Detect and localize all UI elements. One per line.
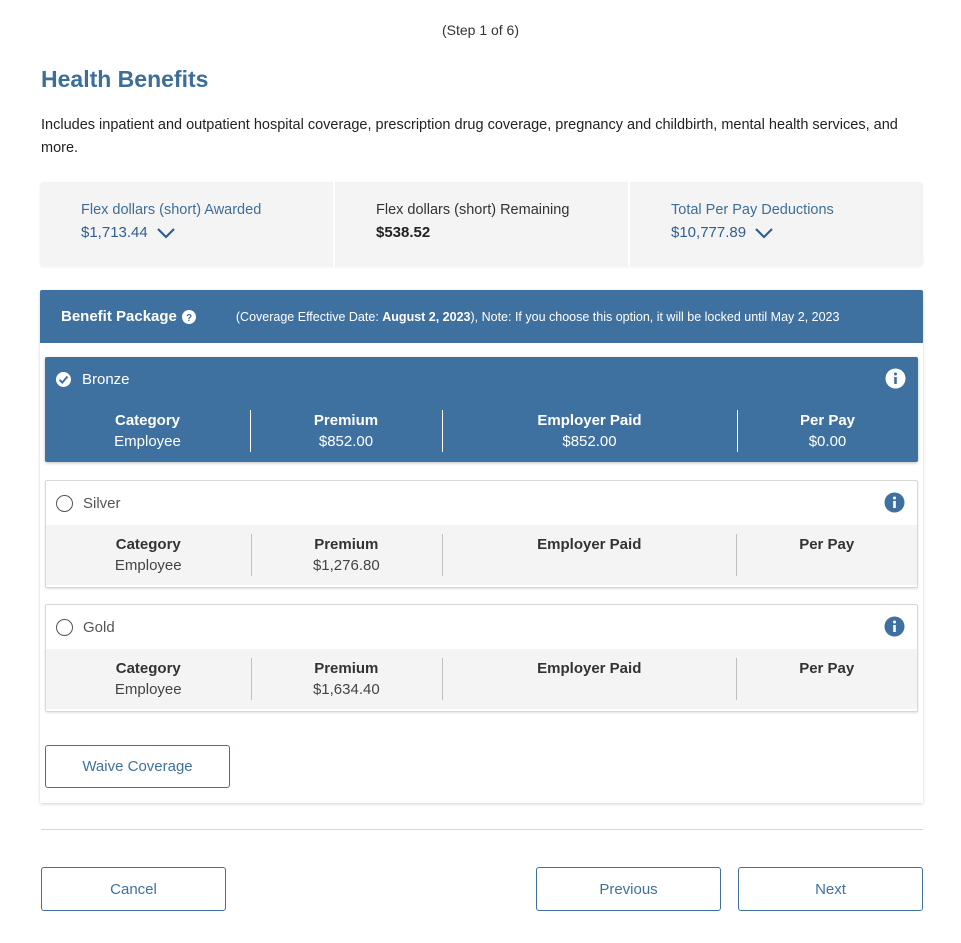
step-indicator: (Step 1 of 6) xyxy=(441,22,520,38)
cancel-button[interactable]: Cancel xyxy=(41,867,226,911)
chevron-down-icon[interactable] xyxy=(156,227,176,239)
page-title: Health Benefits xyxy=(41,66,209,92)
plan-header[interactable]: Bronze xyxy=(45,357,918,401)
flex-awarded-value: $1,713.44 xyxy=(81,224,148,241)
checked-radio-icon[interactable] xyxy=(55,371,72,388)
chevron-down-icon[interactable] xyxy=(754,227,774,239)
premium-cell: Premium $852.00 xyxy=(250,410,442,452)
plan-details: Category Employee Premium $852.00 Employer… xyxy=(45,401,918,461)
info-icon[interactable] xyxy=(884,492,905,513)
plan-name: Gold xyxy=(83,618,115,636)
svg-text:?: ? xyxy=(186,313,192,324)
per-pay-cell: Per Pay $0.00 xyxy=(737,410,918,452)
plan-details: Category Employee Premium $1,634.40 Employ… xyxy=(46,649,917,709)
premium-cell: Premium $1,634.40 xyxy=(250,658,443,700)
plan-option-gold[interactable]: Gold Category Employee Premium $1,634.40 E… xyxy=(45,604,918,712)
total-deductions-label: Total Per Pay Deductions xyxy=(671,202,834,218)
help-icon[interactable]: ? xyxy=(181,309,196,324)
premium-cell: Premium $1,276.80 xyxy=(250,534,443,576)
employer-paid-cell: Employer Paid xyxy=(442,658,736,700)
plan-option-bronze[interactable]: Bronze Category Employee Premium $852.00 E… xyxy=(45,357,918,462)
waive-coverage-button[interactable]: Waive Coverage xyxy=(45,745,230,788)
divider xyxy=(41,829,923,830)
flex-awarded-label: Flex dollars (short) Awarded xyxy=(81,202,262,218)
per-pay-cell: Per Pay xyxy=(736,534,917,576)
info-icon[interactable] xyxy=(885,368,906,389)
next-button[interactable]: Next xyxy=(738,867,923,911)
plan-header[interactable]: Gold xyxy=(46,605,917,649)
info-icon[interactable] xyxy=(884,616,905,637)
benefit-package-card: Benefit Package ? (Coverage Effective Da… xyxy=(40,290,923,803)
plan-name: Bronze xyxy=(82,370,130,388)
employer-paid-cell: Employer Paid $852.00 xyxy=(442,410,737,452)
effective-date: August 2, 2023 xyxy=(382,309,471,324)
plan-header[interactable]: Silver xyxy=(46,481,917,525)
radio-button[interactable] xyxy=(56,618,73,636)
plan-details: Category Employee Premium $1,276.80 Employ… xyxy=(46,525,917,585)
per-pay-cell: Per Pay xyxy=(736,658,917,700)
benefit-package-header: Benefit Package ? (Coverage Effective Da… xyxy=(40,290,923,343)
flex-remaining-value: $538.52 xyxy=(376,224,431,241)
plan-option-silver[interactable]: Silver Category Employee Premium $1,276.80… xyxy=(45,480,918,588)
plan-name: Silver xyxy=(83,494,121,512)
flex-awarded: Flex dollars (short) Awarded $1,713.44 xyxy=(40,182,333,266)
flex-awarded-toggle[interactable]: $1,713.44 xyxy=(81,224,333,241)
total-deductions-toggle[interactable]: $10,777.89 xyxy=(671,224,923,241)
coverage-note: (Coverage Effective Date: August 2, 2023… xyxy=(235,309,840,324)
radio-button[interactable] xyxy=(56,494,73,512)
benefit-package-title: Benefit Package ? xyxy=(61,308,196,325)
employer-paid-cell: Employer Paid xyxy=(442,534,736,576)
page-description: Includes inpatient and outpatient hospit… xyxy=(41,117,898,156)
category-cell: Category Employee xyxy=(114,660,182,698)
flex-remaining: Flex dollars (short) Remaining $538.52 xyxy=(333,182,628,266)
previous-button[interactable]: Previous xyxy=(536,867,721,911)
category-cell: Category Employee xyxy=(114,536,182,574)
total-deductions-value: $10,777.89 xyxy=(671,224,747,241)
category-cell: Category Employee xyxy=(114,412,181,450)
total-deductions: Total Per Pay Deductions $10,777.89 xyxy=(628,182,923,266)
flex-remaining-label: Flex dollars (short) Remaining xyxy=(376,202,570,218)
flex-summary-panel: Flex dollars (short) Awarded $1,713.44 F… xyxy=(40,182,923,266)
